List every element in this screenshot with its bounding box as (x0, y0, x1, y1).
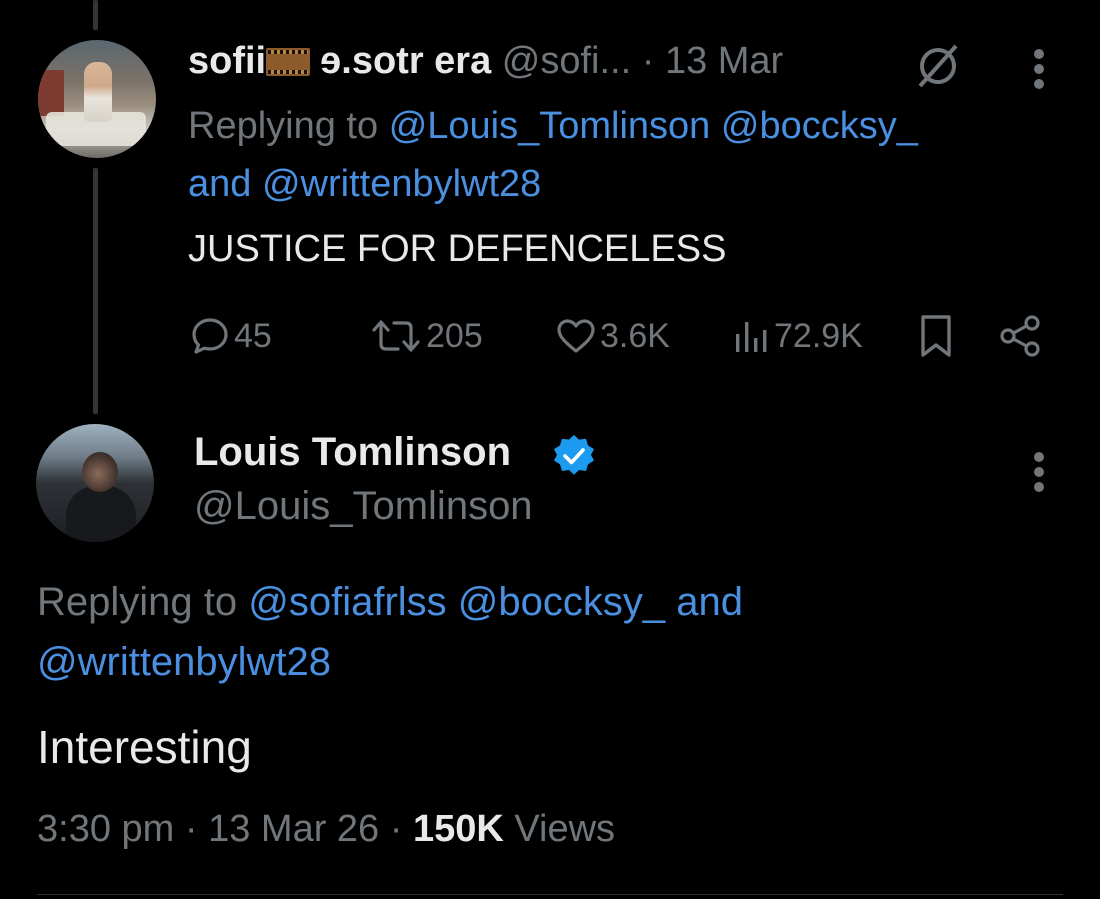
reply-button[interactable]: 45 (188, 312, 272, 360)
handle[interactable]: @Louis_Tomlinson (194, 484, 533, 529)
tweet-text: JUSTICE FOR DEFENCELESS (188, 228, 727, 270)
views-label[interactable]: Views (514, 808, 615, 850)
tweet-date[interactable]: 13 Mar 26 (208, 808, 379, 850)
like-count: 3.6K (600, 316, 670, 355)
display-name[interactable]: Louis Tomlinson (194, 430, 511, 475)
like-button[interactable]: 3.6K (554, 312, 670, 360)
divider (37, 894, 1063, 895)
display-name[interactable]: sofii (188, 40, 266, 82)
handle[interactable]: @sofi... (502, 40, 631, 82)
retweet-count: 205 (426, 316, 483, 355)
views-count[interactable]: 150K (413, 808, 504, 850)
views-button[interactable]: 72.9K (732, 312, 863, 360)
mention-link[interactable]: @boccksy_ (721, 105, 918, 147)
mention-link[interactable]: @Louis_Tomlinson (389, 105, 711, 147)
views-count: 72.9K (774, 316, 863, 355)
and-label[interactable]: and (676, 580, 743, 624)
tweet-date[interactable]: · 13 Mar (642, 40, 783, 82)
tweet-text: Interesting (37, 721, 252, 773)
reply-icon (192, 318, 228, 354)
and-label[interactable]: and (188, 163, 251, 205)
reply-count: 45 (234, 316, 272, 355)
mention-link[interactable]: @sofiafrlss (248, 580, 446, 624)
replying-to: Replying to @sofiafrlss @boccksy_ and @w… (37, 572, 937, 692)
mention-link[interactable]: @boccksy_ (458, 580, 665, 624)
reply-tweet-header: sofii ɘ.sotr era @sofi... · 13 Mar (188, 40, 783, 83)
retweet-button[interactable]: 205 (368, 312, 483, 360)
film-frames-icon (266, 48, 311, 76)
reply-tweet[interactable]: sofii ɘ.sotr era @sofi... · 13 Mar Replyi… (0, 0, 1100, 420)
more-options-icon[interactable] (1034, 452, 1046, 497)
mention-link[interactable]: @writtenbylwt28 (37, 640, 331, 684)
views-bars-icon (736, 322, 767, 352)
display-name-suffix[interactable]: ɘ.sotr era (320, 40, 491, 82)
separator: · (184, 808, 198, 850)
bookmark-button[interactable] (916, 312, 958, 360)
action-bar: 45 205 3.6K 72.9K (188, 312, 1048, 360)
tweet-meta: 3:30 pm · 13 Mar 26 · 150K Views (37, 808, 615, 851)
avatar[interactable] (36, 424, 154, 542)
bookmark-icon (921, 315, 951, 357)
avatar[interactable] (38, 40, 156, 158)
share-button[interactable] (998, 312, 1046, 360)
replying-prefix: Replying to (188, 105, 379, 147)
mention-link[interactable]: @writtenbylwt28 (262, 163, 541, 205)
muted-circle-icon (918, 44, 958, 88)
share-icon (1000, 315, 1040, 357)
more-options-icon[interactable] (1034, 49, 1046, 94)
separator: · (389, 808, 403, 850)
heart-icon (557, 319, 595, 353)
verified-badge-icon (554, 434, 594, 475)
retweet-icon (372, 320, 420, 352)
replying-to: Replying to @Louis_Tomlinson @boccksy_ a… (188, 97, 1068, 213)
tweet-time[interactable]: 3:30 pm (37, 808, 174, 850)
replying-prefix: Replying to (37, 580, 238, 624)
